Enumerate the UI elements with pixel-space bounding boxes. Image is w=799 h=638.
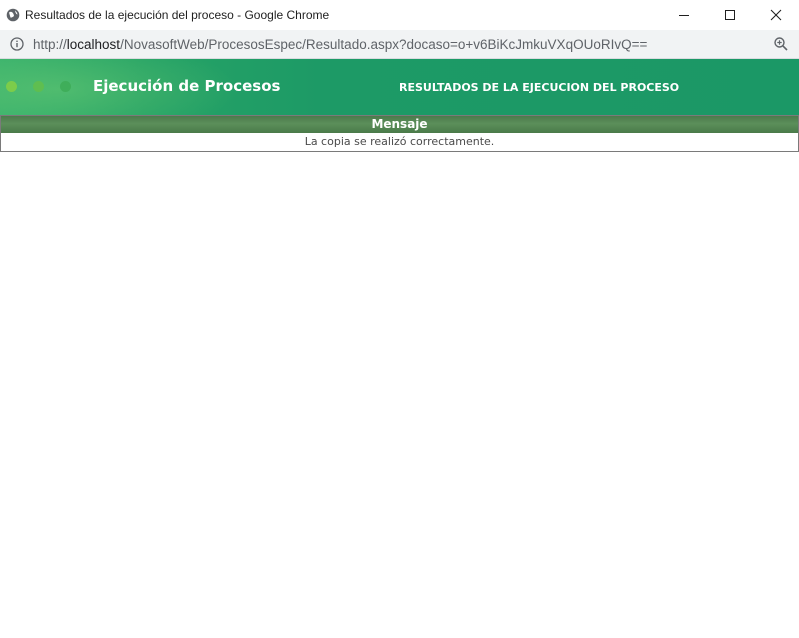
app-header: Ejecución de Procesos RESULTADOS DE LA E…	[0, 59, 799, 115]
message-table: Mensaje La copia se realizó correctament…	[0, 115, 799, 152]
address-bar[interactable]: http://localhost/NovasoftWeb/ProcesosEsp…	[0, 30, 799, 59]
decorative-dot-icon	[60, 81, 71, 92]
url-scheme: http://	[33, 36, 67, 52]
maximize-icon	[725, 10, 735, 20]
minimize-button[interactable]	[661, 0, 707, 30]
url-path: /NovasoftWeb/ProcesosEspec/Resultado.asp…	[120, 36, 648, 52]
info-icon[interactable]	[9, 36, 25, 52]
app-title: Ejecución de Procesos	[93, 77, 281, 95]
page-title: RESULTADOS DE LA EJECUCION DEL PROCESO	[399, 81, 680, 94]
title-bar: Resultados de la ejecución del proceso -…	[0, 0, 799, 30]
url-host: localhost	[66, 36, 121, 52]
close-icon	[770, 9, 782, 21]
url-text[interactable]: http://localhost/NovasoftWeb/ProcesosEsp…	[33, 37, 647, 52]
message-column-header: Mensaje	[1, 116, 798, 133]
decorative-dot-icon	[33, 81, 44, 92]
decorative-dot-icon	[6, 81, 17, 92]
browser-window: Resultados de la ejecución del proceso -…	[0, 0, 799, 638]
close-button[interactable]	[753, 0, 799, 30]
maximize-button[interactable]	[707, 0, 753, 30]
table-row: La copia se realizó correctamente.	[1, 133, 798, 151]
zoom-icon[interactable]	[773, 36, 789, 52]
globe-icon	[6, 8, 20, 22]
minimize-icon	[679, 15, 689, 16]
window-controls	[661, 0, 799, 30]
window-title: Resultados de la ejecución del proceso -…	[25, 8, 330, 22]
